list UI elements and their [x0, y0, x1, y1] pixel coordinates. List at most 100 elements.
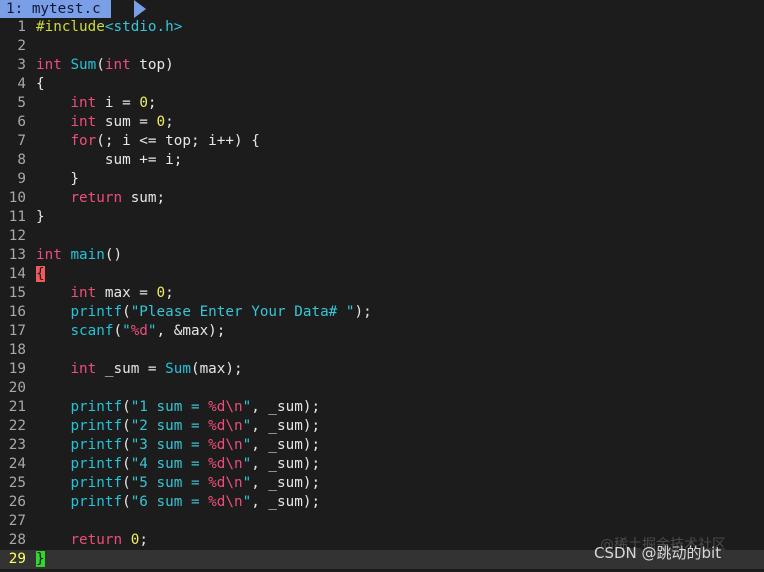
code-line[interactable]: 7 for(; i <= top; i++) { [0, 132, 764, 151]
code-token: printf [70, 456, 123, 472]
code-token: " [242, 494, 252, 510]
code-token: ( [122, 437, 131, 453]
code-editor[interactable]: 1 #include<stdio.h> 2 3 int Sum(int top) 4{5 … [0, 18, 764, 569]
code-line[interactable]: 22 printf("2 sum = %d\n", _sum); [0, 417, 764, 436]
code-line[interactable]: 20 [0, 379, 764, 398]
code-token: printf [70, 304, 123, 320]
code-token: %d\n [208, 399, 243, 415]
line-number: 17 [8, 323, 26, 339]
code-line[interactable]: 23 printf("3 sum = %d\n", _sum); [0, 436, 764, 455]
code-token: %d\n [208, 418, 243, 434]
code-text: } [36, 171, 79, 187]
code-token: _sum = [96, 361, 166, 377]
code-token: scanf [70, 323, 114, 339]
code-token: ; [165, 285, 174, 301]
code-line[interactable]: 18 [0, 341, 764, 360]
code-token: ( [96, 57, 105, 73]
code-token: (; i <= top; i++) { [96, 133, 260, 149]
code-line[interactable]: 3 int Sum(int top) [0, 56, 764, 75]
code-line[interactable]: 21 printf("1 sum = %d\n", _sum); [0, 398, 764, 417]
tab-mytest-c[interactable]: 1: mytest.c [0, 0, 111, 18]
tab-arrow-icon [134, 0, 146, 18]
code-token: printf [70, 418, 123, 434]
code-token: , _sum); [251, 437, 321, 453]
code-line[interactable]: 6 int sum = 0; [0, 113, 764, 132]
line-number: 29 [8, 551, 26, 567]
code-line[interactable]: 13 int main() [0, 246, 764, 265]
code-token: "2 sum = [130, 418, 209, 434]
code-text: } [36, 209, 45, 225]
code-line[interactable]: 26 printf("6 sum = %d\n", _sum); [0, 493, 764, 512]
line-number: 4 [17, 76, 26, 92]
code-line[interactable]: 1 #include<stdio.h> [0, 18, 764, 37]
line-number: 28 [8, 532, 26, 548]
code-token: "3 sum = [130, 437, 209, 453]
code-token: top) [130, 57, 174, 73]
code-line[interactable]: 2 [0, 37, 764, 56]
code-text: { [36, 266, 45, 282]
code-line[interactable]: 16 printf("Please Enter Your Data# "); [0, 303, 764, 322]
line-number: 25 [8, 475, 26, 491]
code-line[interactable]: 10 return sum; [0, 189, 764, 208]
code-token: ); [354, 304, 372, 320]
code-token: ( [122, 456, 131, 472]
tab-number: 1: [6, 1, 24, 17]
code-line[interactable]: 4{ [0, 75, 764, 94]
code-token: int [104, 57, 131, 73]
code-line[interactable]: 17 scanf("%d", &max); [0, 322, 764, 341]
code-token: (max); [190, 361, 243, 377]
tab-filename: mytest.c [31, 1, 101, 17]
code-text: printf("3 sum = %d\n", _sum); [36, 437, 320, 453]
code-token: 0 [139, 95, 148, 111]
code-text: int i = 0; [36, 95, 157, 111]
code-text: scanf("%d", &max); [36, 323, 225, 339]
code-token: for [70, 133, 97, 149]
code-token: int [70, 95, 97, 111]
code-line[interactable]: 27 [0, 512, 764, 531]
code-token: () [104, 247, 123, 263]
line-number: 24 [8, 456, 26, 472]
line-number: 18 [8, 342, 26, 358]
watermark-csdn: CSDN @跳动的bit [594, 544, 722, 562]
code-text: printf("Please Enter Your Data# "); [36, 304, 372, 320]
code-line[interactable]: 8 sum += i; [0, 151, 764, 170]
code-line[interactable]: 25 printf("5 sum = %d\n", _sum); [0, 474, 764, 493]
code-token: ( [122, 494, 131, 510]
tabline: 1: mytest.c [0, 0, 764, 18]
code-token: 0 [156, 114, 166, 130]
code-line[interactable]: 5 int i = 0; [0, 94, 764, 113]
code-token: %d [130, 323, 148, 339]
code-line[interactable]: 11} [0, 208, 764, 227]
code-text: } [36, 551, 45, 567]
code-token: " [242, 475, 252, 491]
code-token: ; [139, 532, 148, 548]
code-token: #include [36, 19, 105, 35]
code-token: return [70, 190, 123, 206]
code-token: " [122, 323, 131, 339]
code-line[interactable]: 24 printf("4 sum = %d\n", _sum); [0, 455, 764, 474]
code-text: for(; i <= top; i++) { [36, 133, 260, 149]
code-line[interactable]: 12 [0, 227, 764, 246]
code-token: printf [70, 475, 123, 491]
code-line[interactable]: 14 { [0, 265, 764, 284]
code-line[interactable]: 9 } [0, 170, 764, 189]
code-token: , _sum); [251, 418, 321, 434]
code-text: sum += i; [36, 152, 182, 168]
line-number: 19 [8, 361, 26, 377]
code-line[interactable]: 15 int max = 0; [0, 284, 764, 303]
code-line[interactable]: 19 int _sum = Sum(max); [0, 360, 764, 379]
code-token: int [36, 57, 62, 73]
line-number: 14 [8, 266, 26, 282]
code-token: ( [122, 399, 131, 415]
code-token: "1 sum = [130, 399, 209, 415]
code-token: ( [122, 475, 131, 491]
code-token: ; [147, 95, 157, 111]
code-text: int _sum = Sum(max); [36, 361, 243, 377]
